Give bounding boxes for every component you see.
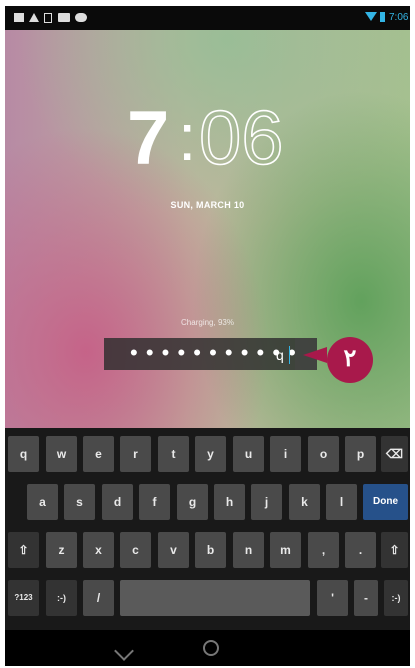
photo-icon: [58, 13, 70, 22]
key-v[interactable]: v: [158, 532, 189, 568]
callout-pointer: [303, 347, 327, 363]
key-p[interactable]: p: [345, 436, 376, 472]
home-icon[interactable]: [203, 640, 219, 656]
key-apostrophe[interactable]: ': [317, 580, 348, 616]
key-u[interactable]: u: [233, 436, 264, 472]
key-s[interactable]: s: [64, 484, 95, 520]
back-icon[interactable]: [114, 641, 134, 661]
status-time: 7:06: [389, 12, 409, 23]
key-g[interactable]: g: [177, 484, 208, 520]
tablet-screen: 7:06 7 : 06 SUN, MARCH 10 Charging, 93% …: [5, 6, 410, 666]
sd-card-icon: [44, 13, 52, 23]
key-n[interactable]: n: [233, 532, 264, 568]
key-l[interactable]: l: [326, 484, 357, 520]
done-key[interactable]: Done: [363, 484, 408, 520]
lock-clock: 7 : 06: [127, 94, 327, 184]
settings-key[interactable]: :-): [46, 580, 77, 616]
password-typed-char: q: [276, 347, 284, 363]
key-o[interactable]: o: [308, 436, 339, 472]
callout-badge: ٢: [327, 337, 373, 383]
wifi-icon: [365, 12, 377, 21]
clock-separator: :: [178, 100, 197, 174]
key-h[interactable]: h: [214, 484, 245, 520]
key-j[interactable]: j: [251, 484, 282, 520]
warning-icon: [29, 13, 39, 22]
charging-status: Charging, 93%: [181, 318, 234, 327]
key-a[interactable]: a: [27, 484, 58, 520]
key-r[interactable]: r: [120, 436, 151, 472]
space-key[interactable]: [120, 580, 310, 616]
key-slash[interactable]: /: [83, 580, 114, 616]
key-x[interactable]: x: [83, 532, 114, 568]
clock-hour: 7: [127, 96, 170, 181]
key-e[interactable]: e: [83, 436, 114, 472]
key-y[interactable]: y: [195, 436, 226, 472]
key-period[interactable]: .: [345, 532, 376, 568]
shift-key-left[interactable]: ⇧: [8, 532, 39, 568]
clock-minutes: 06: [198, 95, 284, 182]
password-dots: • • • • • • • • • • •: [130, 340, 297, 365]
key-w[interactable]: w: [46, 436, 77, 472]
key-d[interactable]: d: [102, 484, 133, 520]
key-m[interactable]: m: [270, 532, 301, 568]
notification-icon: [14, 13, 24, 22]
onscreen-keyboard: q w e r t y u i o p ⌫ a s d f g h j k l …: [5, 428, 410, 630]
key-hyphen[interactable]: -: [354, 580, 378, 616]
symbols-key[interactable]: ?123: [8, 580, 39, 616]
password-field[interactable]: • • • • • • • • • • •: [104, 338, 317, 370]
key-q[interactable]: q: [8, 436, 39, 472]
key-i[interactable]: i: [270, 436, 301, 472]
key-c[interactable]: c: [120, 532, 151, 568]
navigation-bar: [5, 630, 410, 666]
lock-date: SUN, MARCH 10: [170, 200, 245, 210]
key-comma[interactable]: ,: [308, 532, 339, 568]
text-cursor: [289, 346, 290, 364]
shift-key-right[interactable]: ⇧: [381, 532, 408, 568]
key-k[interactable]: k: [289, 484, 320, 520]
gamepad-icon: [75, 13, 87, 22]
emoji-key[interactable]: :-): [384, 580, 408, 616]
key-f[interactable]: f: [139, 484, 170, 520]
key-t[interactable]: t: [158, 436, 189, 472]
battery-icon: [380, 12, 385, 22]
key-b[interactable]: b: [195, 532, 226, 568]
status-bar: 7:06: [5, 6, 410, 30]
key-z[interactable]: z: [46, 532, 77, 568]
backspace-key[interactable]: ⌫: [381, 436, 408, 472]
